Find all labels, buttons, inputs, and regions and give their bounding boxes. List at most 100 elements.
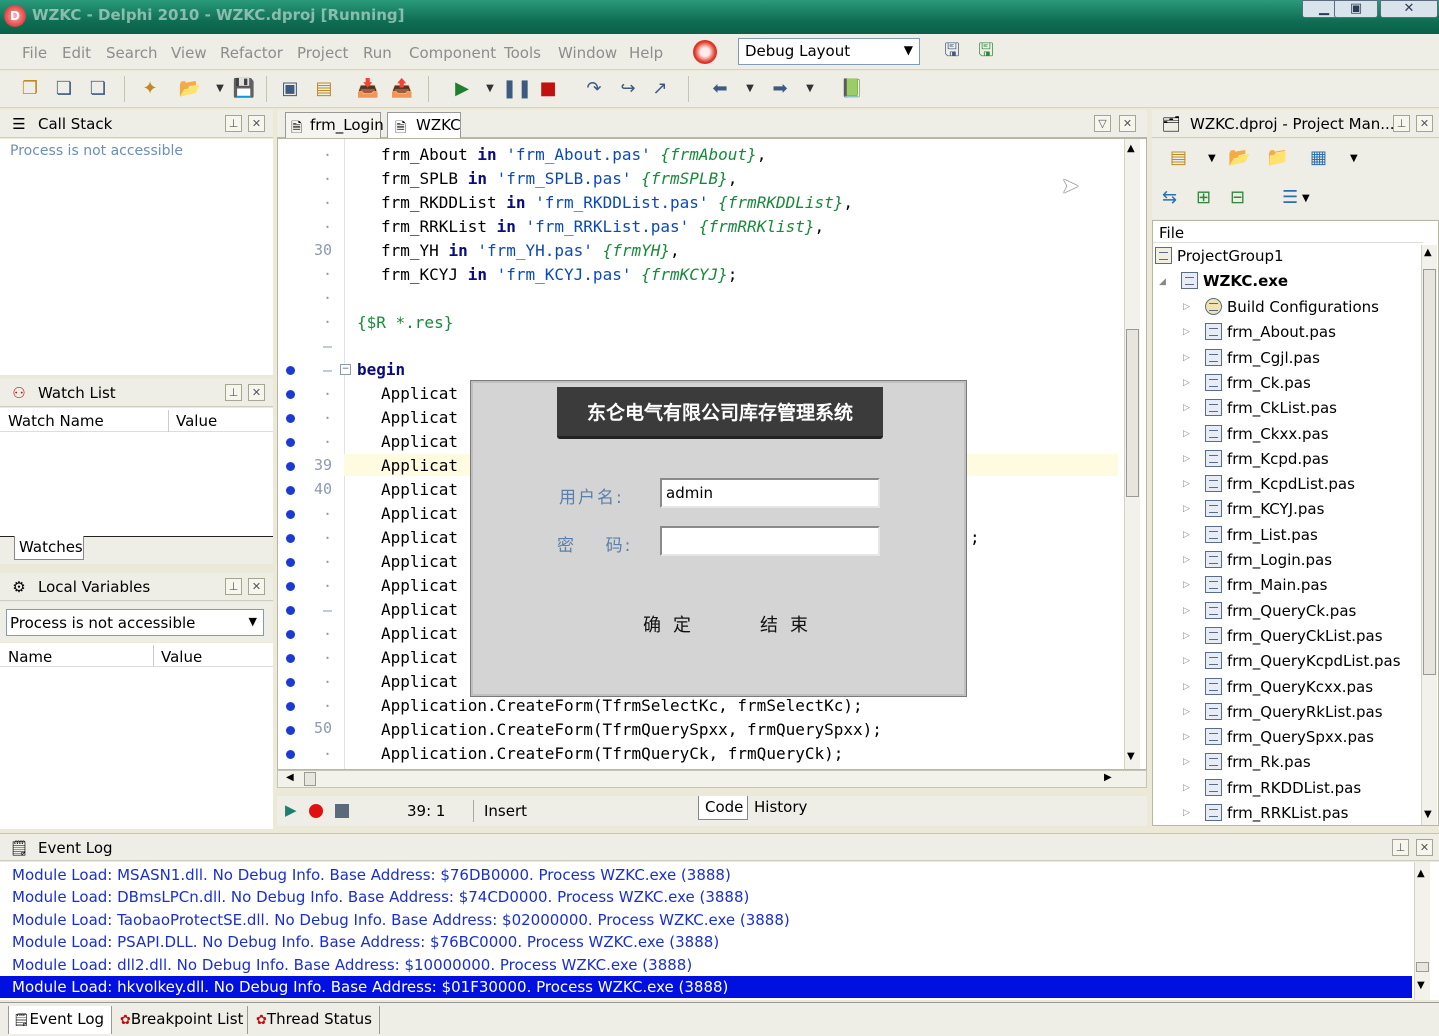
log-line[interactable]: Module Load: TaobaoProtectSE.dll. No Deb… [0, 909, 1412, 931]
expand-icon[interactable]: ▷ [1183, 504, 1190, 514]
col-name[interactable]: Name [8, 648, 52, 666]
chevron-down-icon[interactable]: ▼ [1350, 153, 1358, 164]
units-icon[interactable]: ▣ [278, 78, 302, 100]
log-line[interactable]: Module Load: dll2.dll. No Debug Info. Ba… [0, 954, 1412, 976]
pause-icon[interactable]: ❚❚ [502, 78, 532, 100]
tree-project-wzkc[interactable]: WZKC.exe [1181, 272, 1288, 290]
log-line[interactable]: Module Load: DBmsLPCn.dll. No Debug Info… [0, 886, 1412, 908]
expand-icon[interactable]: ▷ [1183, 783, 1190, 793]
tree-file[interactable]: frm_RRKList.pas [1205, 804, 1349, 822]
expand-icon[interactable]: ⊞ [1196, 187, 1211, 208]
new-items-icon[interactable]: ❐ [18, 78, 42, 100]
log-line-selected[interactable]: Module Load: hkvolkey.dll. No Debug Info… [0, 976, 1412, 998]
chevron-down-icon[interactable]: ▼ [1302, 193, 1310, 204]
close-icon[interactable]: ✕ [248, 115, 265, 132]
tree-file[interactable]: frm_RKDDList.pas [1205, 778, 1361, 797]
scroll-up-icon[interactable]: ▲ [1417, 868, 1425, 879]
tree-file[interactable]: frm_QueryCkList.pas [1205, 626, 1383, 645]
expand-icon[interactable]: ▷ [1183, 479, 1190, 489]
sync-icon[interactable]: ⇆ [1162, 187, 1177, 208]
save-all-icon[interactable]: ❏ [86, 78, 110, 100]
debug-globe-icon[interactable] [693, 40, 717, 64]
col-value[interactable]: Value [161, 648, 202, 666]
remove-file-icon[interactable]: 📤 [390, 78, 414, 100]
collapse-icon[interactable]: ⊟ [1230, 187, 1245, 208]
new-icon[interactable]: ✦ [138, 78, 162, 100]
event-log-panel[interactable]: Module Load: MSASN1.dll. No Debug Info. … [0, 862, 1439, 1000]
tab-wzkc[interactable]: 🗎 WZKC [387, 112, 461, 139]
pin-icon[interactable]: ⊥ [225, 578, 242, 595]
expand-icon[interactable]: ▷ [1183, 429, 1190, 439]
editor-gutter[interactable]: · · · · 30 · · · – – · · · 39 40 · · · ·… [278, 139, 344, 769]
tree-file[interactable]: frm_List.pas [1205, 525, 1318, 544]
open-folder-icon[interactable]: 📁 [1266, 147, 1288, 168]
close-icon[interactable]: ✕ [248, 384, 265, 401]
project-tree[interactable]: File ProjectGroup1 ◢ WZKC.exe ▷ Build Con… [1152, 220, 1439, 826]
tree-file[interactable]: frm_KCYJ.pas [1205, 500, 1324, 518]
log-line[interactable]: Module Load: PSAPI.DLL. No Debug Info. B… [0, 931, 1412, 953]
expand-icon[interactable]: ▷ [1183, 656, 1190, 666]
save-desktop-icon[interactable]: 🖫 [940, 40, 964, 62]
program-reset-icon[interactable]: ■ [536, 78, 560, 100]
menu-project[interactable]: Project [297, 44, 348, 62]
pin-icon[interactable]: ⊥ [1392, 839, 1409, 856]
chevron-down-icon[interactable]: ▼ [1208, 153, 1216, 164]
event-log-scrollbar[interactable]: ▲ ▼ [1414, 862, 1430, 1000]
expand-icon[interactable]: ▷ [1183, 530, 1190, 540]
menu-refactor[interactable]: Refactor [220, 44, 283, 62]
pin-icon[interactable]: ⊥ [225, 384, 242, 401]
save-icon[interactable]: 💾 [232, 78, 256, 100]
set-debug-desktop-icon[interactable]: 🖫 [974, 40, 998, 62]
collapse-icon[interactable]: ◢ [1159, 277, 1166, 287]
pin-icon[interactable]: ⊥ [225, 115, 242, 132]
scroll-thumb[interactable] [1126, 329, 1139, 497]
menu-help[interactable]: Help [629, 44, 663, 62]
help-book-icon[interactable]: 📗 [840, 78, 864, 100]
tree-file[interactable]: frm_About.pas [1205, 323, 1336, 341]
run-icon[interactable]: ▶ [450, 78, 474, 100]
add-file-icon[interactable]: 📥 [356, 78, 380, 100]
col-watch-name[interactable]: Watch Name [8, 412, 104, 430]
pin-icon[interactable]: ⊥ [1393, 115, 1410, 132]
chevron-down-icon[interactable]: ▼ [478, 78, 502, 100]
activate-icon[interactable]: ▤ [1170, 147, 1187, 168]
tree-file[interactable]: frm_Kcpd.pas [1205, 449, 1329, 468]
expand-icon[interactable]: ▷ [1183, 454, 1190, 464]
delphi-app-icon[interactable]: D [4, 5, 26, 27]
expand-icon[interactable]: ▷ [1183, 580, 1190, 590]
add-new-project-icon[interactable]: 📂 [1228, 147, 1250, 168]
tree-file[interactable]: frm_Ckxx.pas [1205, 424, 1329, 443]
expand-icon[interactable]: ▷ [1183, 302, 1190, 312]
menu-component[interactable]: Component [409, 44, 496, 62]
expand-icon[interactable]: ▷ [1183, 631, 1190, 641]
tab-watches[interactable]: Watches [14, 536, 84, 560]
run-icon[interactable]: ▶ [285, 801, 297, 819]
scroll-down-icon[interactable]: ▼ [1417, 980, 1425, 991]
step-over-icon[interactable]: ↷ [582, 78, 606, 100]
stop-icon[interactable] [335, 804, 349, 818]
close-icon[interactable]: ✕ [1119, 115, 1136, 132]
close-button[interactable]: ✕ [1380, 0, 1438, 18]
record-icon[interactable] [309, 804, 323, 818]
tab-list-icon[interactable]: ▽ [1094, 115, 1111, 132]
tree-file[interactable]: frm_Rk.pas [1205, 753, 1311, 771]
menu-search[interactable]: Search [106, 44, 158, 62]
tree-file[interactable]: frm_KcpdList.pas [1205, 475, 1355, 493]
tree-file[interactable]: frm_QueryCk.pas [1205, 601, 1356, 620]
close-icon[interactable]: ✕ [1416, 839, 1433, 856]
menu-tools[interactable]: Tools [504, 44, 541, 62]
back-icon[interactable]: ⬅ [708, 78, 732, 100]
expand-icon[interactable]: ▷ [1183, 682, 1190, 692]
scroll-right-icon[interactable]: ▶ [1104, 772, 1112, 783]
expand-icon[interactable]: ▷ [1183, 732, 1190, 742]
menu-file[interactable]: File [22, 44, 47, 62]
fold-toggle-icon[interactable]: − [340, 364, 351, 375]
tab-history[interactable]: History [750, 798, 811, 816]
tree-project-group[interactable]: ProjectGroup1 [1155, 247, 1284, 265]
tab-code[interactable]: Code [698, 796, 748, 820]
trace-into-icon[interactable]: ↪ [616, 78, 640, 100]
tree-file[interactable]: frm_Cgjl.pas [1205, 348, 1320, 367]
tree-file[interactable]: frm_QueryKcxx.pas [1205, 677, 1373, 696]
chevron-down-icon[interactable]: ▼ [798, 78, 822, 100]
menu-run[interactable]: Run [363, 44, 392, 62]
